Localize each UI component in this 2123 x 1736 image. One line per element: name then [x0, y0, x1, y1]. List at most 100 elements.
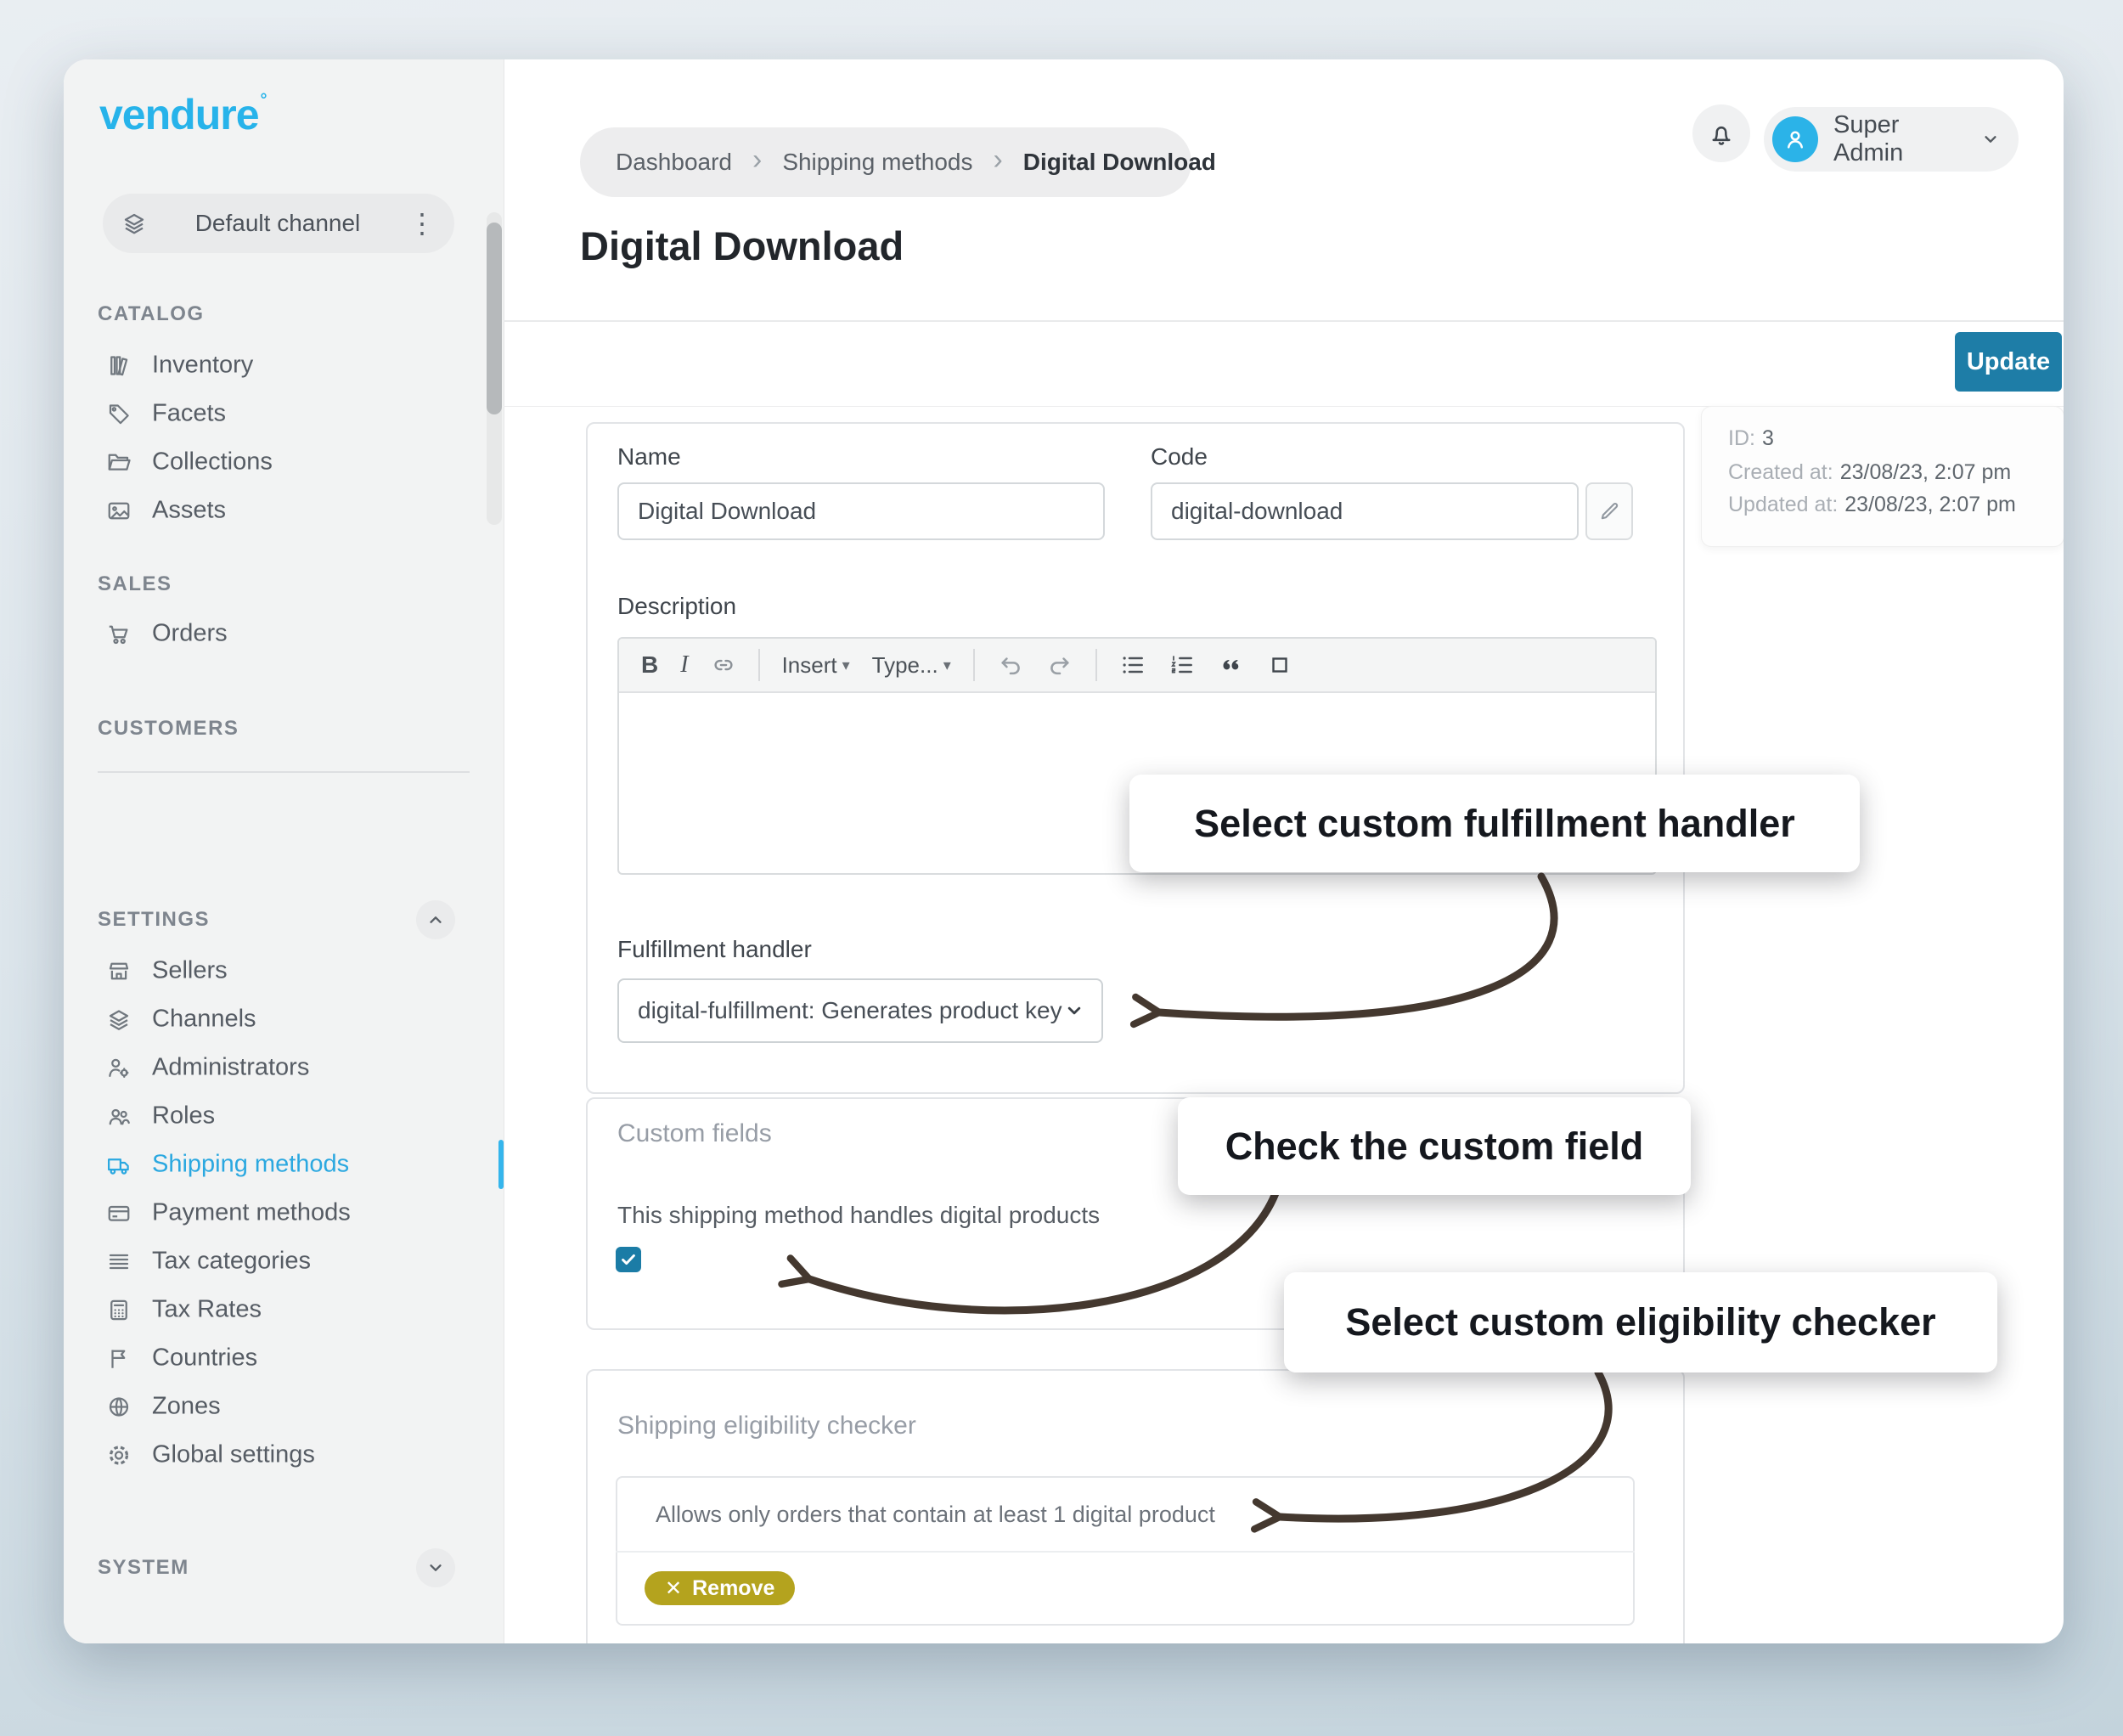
header-divider — [504, 320, 2064, 322]
notifications-button[interactable] — [1692, 104, 1750, 162]
caret-down-icon: ▾ — [943, 657, 951, 674]
close-icon: ✕ — [665, 1576, 682, 1601]
insert-menu[interactable]: Insert▾ — [782, 652, 850, 679]
gear-icon — [106, 1441, 133, 1468]
ordered-list-button[interactable] — [1168, 651, 1196, 679]
eligibility-box-divider — [616, 1551, 1635, 1553]
link-icon — [711, 652, 736, 678]
section-header-system: SYSTEM — [98, 1556, 189, 1580]
inventory-icon — [106, 352, 133, 379]
sidebar-item-tax-categories[interactable]: Tax categories — [106, 1248, 311, 1276]
breadcrumb: Dashboard › Shipping methods › Digital D… — [580, 127, 1191, 197]
system-expand-button[interactable] — [416, 1548, 455, 1587]
name-input[interactable]: Digital Download — [617, 482, 1105, 540]
bell-icon — [1707, 119, 1736, 148]
chevron-right-icon: › — [752, 160, 762, 165]
sidebar-item-payment-methods[interactable]: Payment methods — [106, 1199, 351, 1227]
eligibility-title: Shipping eligibility checker — [617, 1412, 916, 1440]
meta-updated: Updated at:23/08/23, 2:07 pm — [1728, 493, 2016, 517]
sidebar-item-tax-rates[interactable]: Tax Rates — [106, 1296, 262, 1324]
annotation-fulfillment-handler: Select custom fulfillment handler — [1129, 775, 1860, 872]
chevron-down-icon — [425, 1557, 447, 1579]
active-item-indicator — [498, 1140, 504, 1189]
sidebar-item-collections[interactable]: Collections — [106, 448, 273, 476]
edit-code-button[interactable] — [1585, 482, 1633, 540]
chevron-down-icon — [1979, 128, 2002, 150]
user-menu[interactable]: Super Admin — [1764, 107, 2019, 172]
meta-created: Created at:23/08/23, 2:07 pm — [1728, 460, 2011, 485]
image-icon — [106, 497, 133, 524]
remove-checker-button[interactable]: ✕ Remove — [645, 1571, 795, 1605]
kebab-menu-icon[interactable]: ⋮ — [408, 210, 436, 237]
bullet-list-icon — [1119, 651, 1146, 679]
update-button[interactable]: Update — [1955, 332, 2062, 392]
section-header-settings: SETTINGS — [98, 908, 210, 932]
undo-icon — [997, 651, 1024, 679]
sidebar-item-global-settings[interactable]: Global settings — [106, 1441, 315, 1469]
quote-icon — [1218, 651, 1245, 679]
blockquote-button[interactable] — [1218, 651, 1245, 679]
code-input[interactable]: digital-download — [1151, 482, 1579, 540]
editor-toolbar: B I Insert▾ Type...▾ — [619, 639, 1655, 693]
sidebar-item-sellers[interactable]: Sellers — [106, 957, 228, 985]
settings-collapse-button[interactable] — [416, 900, 455, 939]
annotation-eligibility-checker: Select custom eligibility checker — [1284, 1272, 1997, 1372]
folder-icon — [106, 448, 133, 476]
bullet-list-button[interactable] — [1119, 651, 1146, 679]
globe-icon — [106, 1393, 133, 1420]
caret-down-icon: ▾ — [842, 657, 850, 674]
type-menu[interactable]: Type...▾ — [872, 652, 951, 679]
toolbar-separator — [758, 649, 760, 681]
credit-card-icon — [106, 1199, 133, 1226]
link-button[interactable] — [711, 652, 736, 678]
breadcrumb-current: Digital Download — [1023, 149, 1216, 176]
sidebar-item-countries[interactable]: Countries — [106, 1344, 257, 1372]
chevron-right-icon: › — [993, 160, 1002, 165]
fulfillment-handler-label: Fulfillment handler — [617, 936, 812, 963]
breadcrumb-dashboard[interactable]: Dashboard — [616, 149, 732, 176]
sidebar-item-inventory[interactable]: Inventory — [106, 352, 253, 380]
section-header-catalog: CATALOG — [98, 302, 205, 326]
user-gear-icon — [106, 1054, 133, 1081]
flag-icon — [106, 1344, 133, 1372]
sidebar-scrollbar-thumb[interactable] — [487, 223, 502, 414]
checkmark-icon — [619, 1250, 638, 1269]
sidebar-item-administrators[interactable]: Administrators — [106, 1054, 309, 1082]
ordered-list-icon — [1168, 651, 1196, 679]
truck-icon — [106, 1151, 133, 1178]
code-label: Code — [1151, 443, 1208, 471]
tag-icon — [106, 400, 133, 427]
section-header-sales: SALES — [98, 572, 172, 596]
sidebar-item-roles[interactable]: Roles — [106, 1102, 215, 1130]
breadcrumb-shipping-methods[interactable]: Shipping methods — [782, 149, 972, 176]
layers-icon — [121, 211, 147, 236]
channel-switcher[interactable]: Default channel ⋮ — [103, 194, 454, 253]
sidebar-item-assets[interactable]: Assets — [106, 497, 226, 525]
square-icon — [1267, 652, 1292, 678]
bold-button[interactable]: B — [641, 651, 658, 679]
chevron-up-icon — [425, 909, 447, 931]
toolbar-separator — [973, 649, 975, 681]
undo-button[interactable] — [997, 651, 1024, 679]
annotation-custom-field: Check the custom field — [1178, 1097, 1691, 1195]
user-icon — [1782, 126, 1809, 153]
fulfillment-handler-select[interactable]: digital-fulfillment: Generates product k… — [617, 978, 1103, 1043]
app-window: vendure° Default channel ⋮ CATALOG Inven… — [64, 59, 2064, 1643]
sidebar-item-shipping-methods[interactable]: Shipping methods — [106, 1151, 349, 1179]
redo-button[interactable] — [1046, 651, 1073, 679]
custom-fields-title: Custom fields — [617, 1119, 772, 1148]
sidebar-item-orders[interactable]: Orders — [106, 620, 228, 648]
vendure-logo: vendure° — [99, 90, 267, 139]
sidebar-item-zones[interactable]: Zones — [106, 1393, 221, 1421]
italic-button[interactable]: I — [680, 651, 688, 679]
chevron-down-icon — [1062, 999, 1086, 1023]
user-name-label: Super Admin — [1833, 111, 1964, 167]
sidebar-divider — [98, 771, 470, 773]
digital-products-checkbox[interactable] — [616, 1247, 641, 1272]
page-background: vendure° Default channel ⋮ CATALOG Inven… — [0, 0, 2123, 1736]
section-header-customers: CUSTOMERS — [98, 717, 239, 741]
sidebar-item-facets[interactable]: Facets — [106, 400, 226, 428]
image-placeholder-button[interactable] — [1267, 652, 1292, 678]
user-avatar — [1772, 116, 1818, 162]
sidebar-item-channels[interactable]: Channels — [106, 1006, 256, 1034]
